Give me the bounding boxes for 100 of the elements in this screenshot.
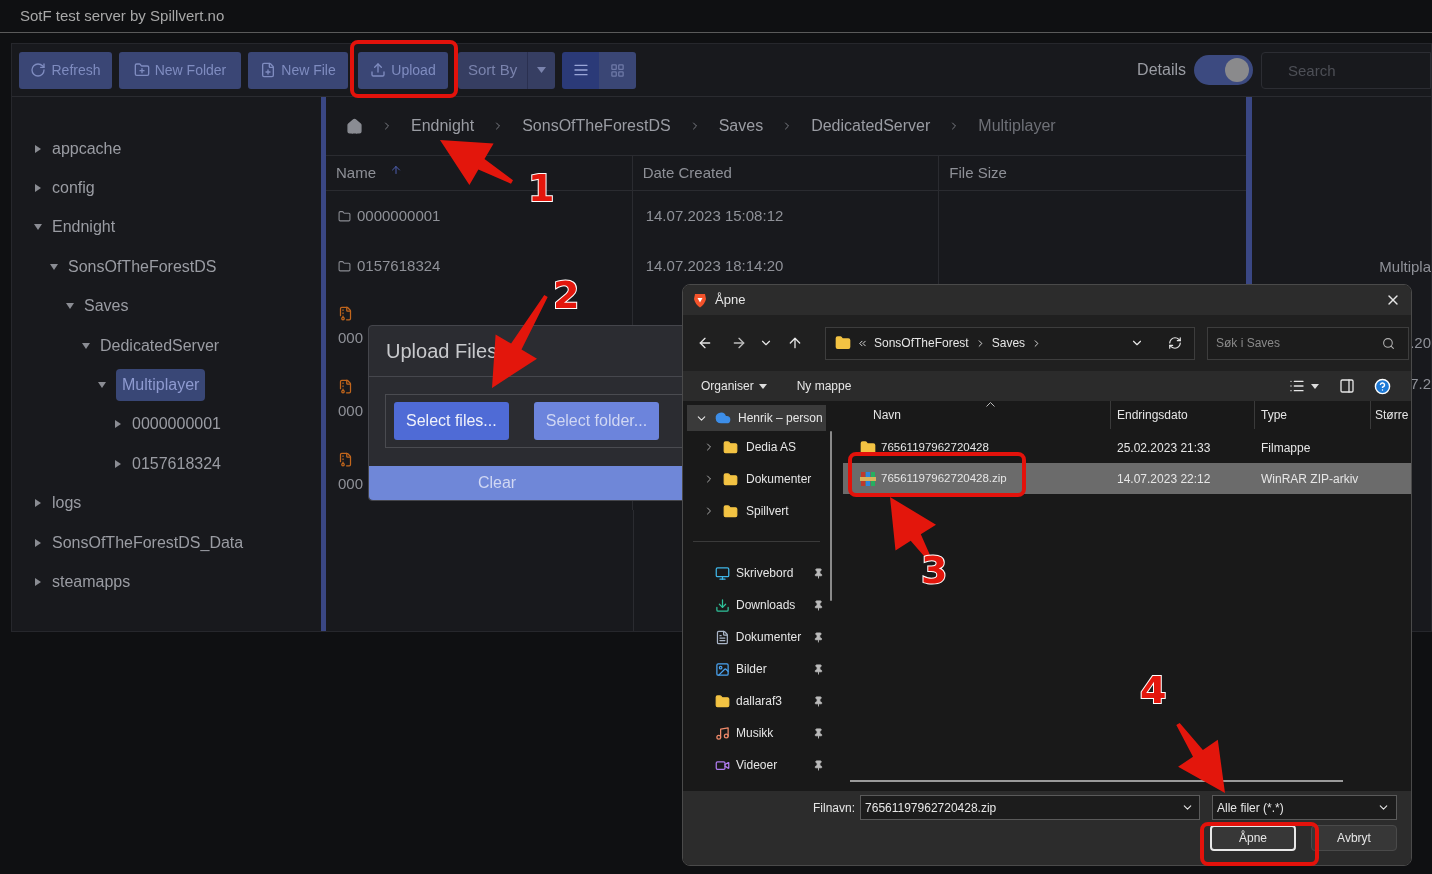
caret-down-icon[interactable]	[50, 262, 58, 271]
up-icon[interactable]	[787, 335, 803, 351]
quick-access-item[interactable]: Bilder	[683, 653, 830, 685]
column-header[interactable]: Type	[1255, 401, 1371, 429]
quick-access-item[interactable]: Dokumenter	[683, 621, 830, 653]
column-header[interactable]: Større	[1371, 401, 1411, 429]
list-view-button[interactable]	[562, 51, 600, 89]
filename-label: Filnavn:	[813, 799, 856, 817]
sort-dropdown-button[interactable]	[527, 51, 556, 89]
quick-access-item[interactable]: Videoer	[683, 749, 830, 781]
tree-item[interactable]: steamapps	[52, 570, 131, 594]
preview-pane-icon[interactable]	[1339, 378, 1355, 394]
caret-right-icon[interactable]	[34, 538, 42, 547]
tree-item[interactable]: Endnight	[52, 215, 116, 240]
breadcrumb-item[interactable]: Endnight	[411, 114, 475, 138]
file-row[interactable]: 76561197962720428 25.02.2023 21:33 Filmappe	[843, 432, 1411, 463]
select-button[interactable]: Select files...	[394, 401, 509, 440]
column-header[interactable]: File Size	[939, 156, 1246, 190]
archive-icon	[338, 305, 353, 321]
file-type-dropdown[interactable]: Alle filer (*.*)	[1212, 795, 1397, 820]
dialog-button[interactable]: Åpne	[1210, 825, 1296, 851]
search-field[interactable]: Søk i Saves	[1207, 326, 1409, 360]
filename-field[interactable]: 76561197962720428.zip	[860, 795, 1201, 820]
folder-icon	[723, 439, 738, 455]
column-header[interactable]: Navn	[843, 401, 1111, 429]
search-field[interactable]: Search	[1261, 51, 1431, 89]
folder-icon	[338, 259, 351, 273]
caret-right-icon[interactable]	[34, 184, 42, 193]
caret-right-icon[interactable]	[114, 459, 122, 468]
address-crumb[interactable]: SonsOfTheForest	[874, 334, 969, 352]
details-label: Details	[1137, 60, 1186, 80]
breadcrumb-item[interactable]: Saves	[718, 114, 764, 138]
column-header[interactable]: Date Created	[632, 156, 940, 190]
caret-right-icon[interactable]	[34, 144, 42, 153]
tree-item[interactable]: SonsOfTheForestDS_Data	[52, 530, 244, 555]
caret-right-icon[interactable]	[34, 578, 42, 586]
tree-item[interactable]: Multiplayer	[116, 369, 206, 402]
organise-button[interactable]: Organiser	[701, 377, 767, 395]
tree-item[interactable]: config	[52, 176, 95, 201]
quick-access-item[interactable]: Downloads	[683, 589, 830, 621]
caret-down-icon[interactable]	[1311, 383, 1319, 389]
refresh-icon[interactable]	[1168, 336, 1182, 350]
details-text: Multipla	[1379, 257, 1431, 277]
nav-item[interactable]: Henrik – person	[687, 405, 826, 431]
horizontal-scrollbar[interactable]	[850, 780, 1343, 782]
grid-view-button[interactable]	[599, 51, 637, 89]
tree-item[interactable]: 0157618324	[132, 451, 221, 476]
back-icon[interactable]	[697, 335, 713, 351]
caret-right-icon[interactable]	[114, 420, 122, 429]
step-number: 4	[1140, 668, 1167, 712]
pin-icon	[813, 567, 824, 579]
tree-item[interactable]: DedicatedServer	[100, 333, 220, 358]
upload-icon	[370, 62, 387, 78]
address-bar[interactable]: SonsOfTheForest Saves	[825, 326, 1195, 360]
tree-item[interactable]: SonsOfTheForestDS	[68, 254, 217, 279]
tree-item[interactable]: appcache	[52, 136, 122, 161]
file-row[interactable]: 76561197962720428.zip 14.07.2023 22:12 WinRAR ZIP-arkiv	[843, 463, 1411, 494]
help-icon[interactable]	[1374, 377, 1391, 395]
breadcrumb-item[interactable]: Multiplayer	[978, 114, 1056, 138]
details-switch[interactable]	[1194, 55, 1253, 85]
nav-item[interactable]: Dedia AS	[683, 431, 830, 463]
tree-item[interactable]: Saves	[84, 294, 129, 319]
document-icon	[715, 629, 730, 645]
folder-icon	[723, 471, 738, 487]
forward-icon[interactable]	[731, 335, 747, 351]
create-folder-command[interactable]: Ny mappe	[796, 377, 852, 395]
caret-right-icon[interactable]	[34, 499, 42, 508]
column-header[interactable]: Endringsdato	[1111, 401, 1255, 429]
tree-item[interactable]: 0000000001	[132, 412, 221, 437]
dialog-button[interactable]: Avbryt	[1311, 825, 1397, 851]
breadcrumb-item[interactable]: DedicatedServer	[811, 114, 931, 138]
caret-down-icon[interactable]	[66, 302, 74, 311]
caret-down-icon[interactable]	[98, 381, 106, 390]
shield-icon	[693, 292, 707, 308]
folder-plus-icon	[133, 62, 150, 78]
file-name: 000	[338, 473, 364, 494]
quick-access-item[interactable]: dallaraf3	[683, 685, 830, 717]
grid-icon	[610, 62, 626, 78]
search-icon	[1382, 336, 1395, 350]
caret-down-icon[interactable]	[34, 223, 42, 232]
tree-item[interactable]: logs	[52, 491, 82, 516]
cloud-icon	[715, 410, 731, 426]
view-list-icon[interactable]	[1289, 378, 1305, 394]
archive-icon	[338, 451, 353, 467]
quick-access-item[interactable]: Musikk	[683, 717, 830, 749]
music-icon	[715, 725, 730, 741]
file-name: 0000000001	[357, 205, 441, 226]
breadcrumb-item[interactable]: SonsOfTheForestDS	[522, 114, 671, 138]
pin-icon	[813, 727, 824, 739]
address-crumb[interactable]: Saves	[991, 334, 1026, 352]
caret-down-icon	[537, 67, 547, 73]
pin-icon	[813, 759, 824, 771]
date-created: 14.07.2023 18:14:20	[645, 255, 784, 276]
monitor-icon	[715, 565, 730, 581]
details-text: .20	[1410, 333, 1431, 353]
sort-caret-icon	[986, 402, 995, 407]
home-icon[interactable]	[346, 117, 363, 135]
file-name: 76561197962720428.zip	[881, 470, 1007, 486]
caret-down-icon[interactable]	[82, 341, 90, 350]
quick-access-item[interactable]: Skrivebord	[683, 557, 830, 589]
